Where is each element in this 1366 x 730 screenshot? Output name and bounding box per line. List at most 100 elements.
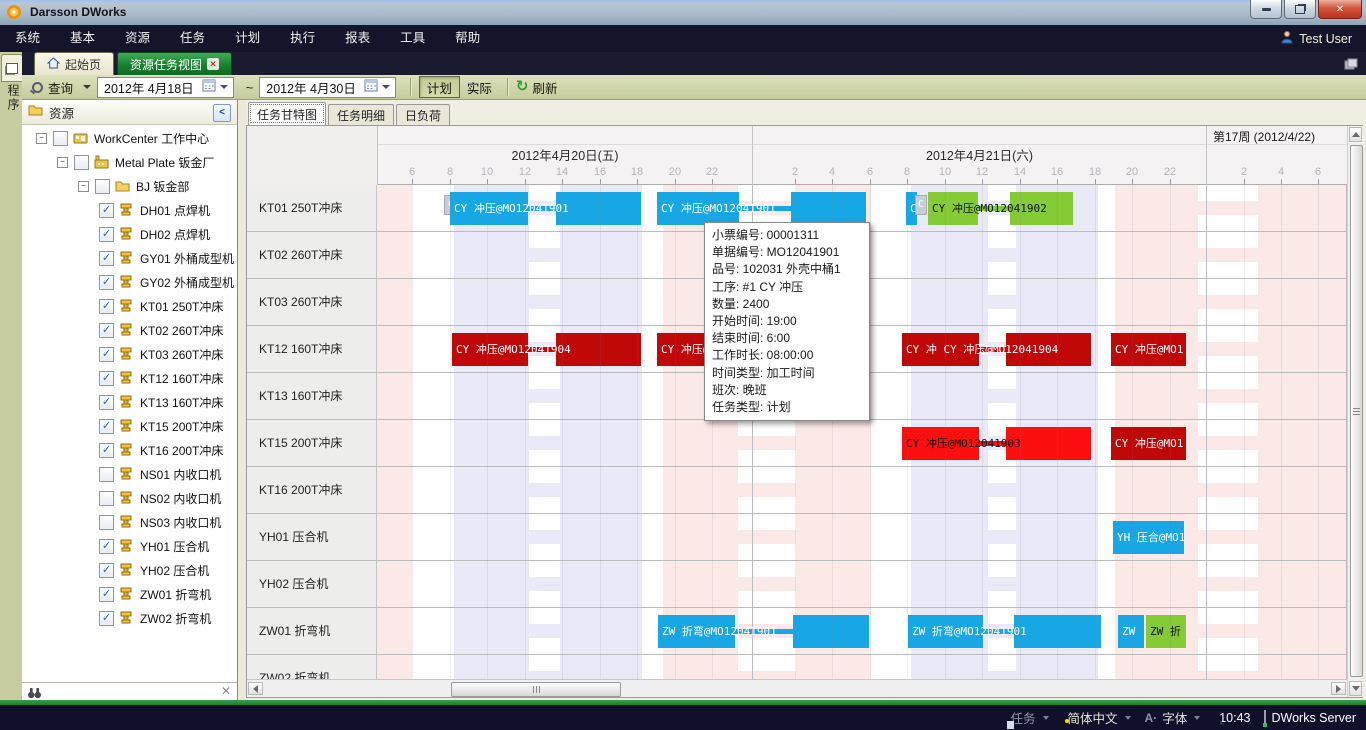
tree-item-BJ[interactable]: −BJ 钣金部 — [22, 174, 237, 198]
horizontal-scroll-thumb[interactable] — [451, 682, 621, 697]
date-from-picker[interactable]: 2012年 4月18日 — [97, 77, 234, 98]
tree-item-KT01[interactable]: ✓KT01 250T冲床 — [22, 294, 237, 318]
tree-item-KT03[interactable]: ✓KT03 260T冲床 — [22, 342, 237, 366]
tree-item-label[interactable]: NS02 内收口机 — [140, 490, 221, 507]
tree-item-label[interactable]: WorkCenter 工作中心 — [94, 130, 209, 147]
status-item-DWorks Server[interactable]: DWorks Server — [1264, 711, 1356, 725]
tree-item-label[interactable]: KT03 260T冲床 — [140, 346, 223, 363]
tree-checkbox[interactable] — [99, 491, 114, 506]
gantt-tab-日负荷[interactable]: 日负荷 — [396, 104, 450, 125]
task-bar[interactable]: CY 冲压@MO12041902 — [928, 192, 1073, 225]
tree-item-label[interactable]: YH02 压合机 — [140, 562, 209, 579]
dropdown-arrow-icon[interactable] — [1125, 716, 1131, 720]
tree-checkbox[interactable]: ✓ — [99, 563, 114, 578]
tree-item-KT12[interactable]: ✓ KT12 160T冲床 — [22, 366, 237, 390]
date-to-picker[interactable]: 2012年 4月30日 — [259, 77, 396, 98]
tree-item-label[interactable]: ZW01 折弯机 — [140, 586, 211, 603]
menu-item-8[interactable]: 工具 — [385, 25, 440, 52]
tree-item-Metal[interactable]: − Metal Plate 钣金厂 — [22, 150, 237, 174]
tree-item-label[interactable]: GY01 外桶成型机 — [140, 250, 234, 267]
tree-item-label[interactable]: BJ 钣金部 — [136, 178, 189, 195]
tree-item-GY01[interactable]: ✓GY01 外桶成型机 — [22, 246, 237, 270]
tab-list-icon[interactable] — [1344, 57, 1358, 75]
task-bar[interactable]: CY 冲压@MO1 — [1111, 427, 1186, 460]
tree-checkbox[interactable]: ✓ — [99, 371, 114, 386]
tree-find-bar[interactable]: ✕ — [22, 682, 237, 701]
refresh-button[interactable]: 刷新 — [533, 78, 558, 97]
tree-checkbox[interactable]: ✓ — [99, 203, 114, 218]
tree-item-label[interactable]: KT13 160T冲床 — [140, 394, 223, 411]
doc-tab-active[interactable]: 资源任务视图✕ — [117, 52, 232, 75]
date-to-value[interactable]: 2012年 4月30日 — [266, 78, 356, 97]
tree-item-label[interactable]: Metal Plate 钣金厂 — [115, 154, 214, 171]
tree-checkbox[interactable]: ✓ — [99, 275, 114, 290]
tree-item-ZW02[interactable]: ✓ ZW02 折弯机 — [22, 606, 237, 630]
task-bar[interactable]: CY 冲压@MO1 — [1111, 333, 1186, 366]
task-bar[interactable]: ZW 折弯@MO12041901 — [908, 615, 1101, 648]
task-bar[interactable]: ZW — [1118, 615, 1144, 648]
tree-checkbox[interactable]: ✓ — [99, 419, 114, 434]
restore-button[interactable] — [1284, 0, 1316, 19]
menu-item-2[interactable]: 基本 — [55, 25, 110, 52]
tree-item-KT15[interactable]: ✓ KT15 200T冲床 — [22, 414, 237, 438]
tree-item-label[interactable]: NS03 内收口机 — [140, 514, 221, 531]
tree-checkbox[interactable]: ✓ — [99, 539, 114, 554]
status-item-字体[interactable]: A·字体 — [1145, 708, 1201, 727]
tree-item-KT16[interactable]: ✓KT16 200T冲床 — [22, 438, 237, 462]
task-bar[interactable]: CY 冲 CY 冲压@MO12041904 — [902, 333, 1091, 366]
vertical-scroll-thumb[interactable] — [1350, 145, 1363, 677]
tree-expander-icon[interactable]: − — [36, 133, 47, 144]
menu-item-3[interactable]: 资源 — [110, 25, 165, 52]
status-item-任务[interactable]: 任务 — [1005, 708, 1048, 727]
collapse-panel-button[interactable]: < — [213, 104, 231, 122]
tree-item-label[interactable]: KT02 260T冲床 — [140, 322, 223, 339]
tree-checkbox[interactable]: ✓ — [99, 323, 114, 338]
query-dropdown-arrow-icon[interactable] — [83, 85, 91, 89]
tree-item-ZW01[interactable]: ✓ ZW01 折弯机 — [22, 582, 237, 606]
menu-item-7[interactable]: 报表 — [330, 25, 385, 52]
tree-checkbox[interactable] — [74, 155, 89, 170]
gantt-tab-任务明细[interactable]: 任务明细 — [328, 104, 394, 125]
task-bar-segment[interactable] — [793, 615, 869, 648]
tree-item-label[interactable]: KT15 200T冲床 — [140, 418, 223, 435]
tree-item-label[interactable]: KT12 160T冲床 — [140, 370, 223, 387]
task-bar[interactable]: ZW 折 — [1146, 615, 1186, 648]
dropdown-arrow-icon[interactable] — [1043, 716, 1049, 720]
query-button[interactable]: 查询 — [48, 78, 73, 97]
tree-item-YH02[interactable]: ✓ YH02 压合机 — [22, 558, 237, 582]
tree-checkbox[interactable]: ✓ — [99, 395, 114, 410]
calendar-icon[interactable] — [202, 79, 216, 95]
calendar-icon[interactable] — [364, 79, 378, 95]
dropdown-arrow-icon[interactable] — [1194, 716, 1200, 720]
tree-checkbox[interactable] — [53, 131, 68, 146]
tree-item-YH01[interactable]: ✓ YH01 压合机 — [22, 534, 237, 558]
plan-toggle-button[interactable]: 计划 — [419, 76, 460, 98]
tree-checkbox[interactable]: ✓ — [99, 611, 114, 626]
tree-item-label[interactable]: NS01 内收口机 — [140, 466, 221, 483]
tree-checkbox[interactable]: ✓ — [99, 587, 114, 602]
task-bar[interactable]: ZW 折弯@MO12041901 — [658, 615, 869, 648]
tree-checkbox[interactable]: ✓ — [99, 227, 114, 242]
tree-checkbox[interactable]: ✓ — [99, 299, 114, 314]
tree-item-label[interactable]: KT16 200T冲床 — [140, 442, 223, 459]
gantt-tab-任务甘特图[interactable]: 任务甘特图 — [248, 102, 326, 125]
menu-item-9[interactable]: 帮助 — [440, 25, 495, 52]
tree-item-NS02[interactable]: NS02 内收口机 — [22, 486, 237, 510]
tree-item-label[interactable]: GY02 外桶成型机 — [140, 274, 234, 291]
tree-expander-icon[interactable]: − — [57, 157, 68, 168]
task-bar-segment[interactable] — [791, 192, 866, 225]
menu-item-1[interactable]: 系统 — [0, 25, 55, 52]
tree-item-label[interactable]: ZW02 折弯机 — [140, 610, 211, 627]
date-from-value[interactable]: 2012年 4月18日 — [104, 78, 194, 97]
tree-item-label[interactable]: YH01 压合机 — [140, 538, 209, 555]
date-from-dropdown-icon[interactable] — [220, 85, 228, 89]
tree-checkbox[interactable] — [99, 467, 114, 482]
status-item-10:43[interactable]: 10:43 — [1214, 711, 1250, 725]
actual-toggle-button[interactable]: 实际 — [460, 77, 499, 97]
tree-checkbox[interactable] — [95, 179, 110, 194]
date-to-dropdown-icon[interactable] — [382, 85, 390, 89]
task-bar[interactable]: CY 冲压@MO12041901 — [657, 192, 866, 225]
program-panel-label[interactable]: 程序 — [0, 84, 22, 112]
tree-item-GY02[interactable]: ✓ GY02 外桶成型机 — [22, 270, 237, 294]
tree-item-KT02[interactable]: ✓ KT02 260T冲床 — [22, 318, 237, 342]
